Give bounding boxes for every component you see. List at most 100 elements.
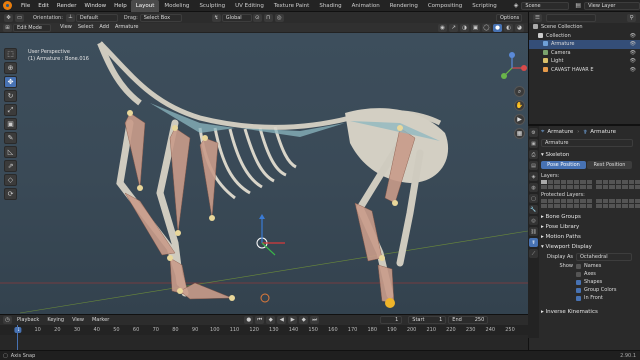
scene-tab-icon[interactable]: ◈ [529, 172, 538, 181]
tab-modeling[interactable]: Modeling [159, 0, 194, 12]
tab-uv-editing[interactable]: UV Editing [230, 0, 269, 12]
skeleton-section-header[interactable]: ▾ Skeleton [541, 150, 637, 160]
rest-position-button[interactable]: Rest Position [587, 161, 632, 169]
move-tool-icon[interactable]: ✥ [4, 76, 17, 88]
layers-grid[interactable] [541, 180, 640, 189]
measure-tool-icon[interactable]: ◺ [4, 146, 17, 158]
next-key-icon[interactable]: ◆ [299, 316, 309, 324]
eye-icon[interactable]: 👁 [630, 40, 636, 49]
menu-add[interactable]: Add [96, 23, 112, 32]
current-frame-field[interactable]: 1 [380, 316, 403, 324]
tab-rendering[interactable]: Rendering [385, 0, 423, 12]
shapes-checkbox[interactable] [576, 279, 581, 285]
rotate-tool-icon[interactable]: ↻ [4, 90, 17, 102]
orientation-dropdown[interactable]: Default [75, 13, 118, 22]
menu-armature[interactable]: Armature [112, 23, 141, 32]
eye-icon[interactable]: 👁 [630, 57, 636, 66]
select-tool-icon[interactable]: ⬚ [4, 48, 17, 60]
snap-icon[interactable]: ⊓ [263, 13, 273, 22]
bone-groups-section[interactable]: ▸ Bone Groups [541, 212, 637, 222]
tab-compositing[interactable]: Compositing [423, 0, 467, 12]
menu-file[interactable]: File [17, 0, 34, 12]
zoom-icon[interactable]: ⌕ [514, 86, 525, 97]
tab-animation[interactable]: Animation [347, 0, 385, 12]
render-tab-icon[interactable]: ▣ [529, 139, 538, 148]
roll-tool-icon[interactable]: ⟳ [4, 188, 17, 200]
menu-playback[interactable]: Playback [13, 317, 43, 323]
3d-viewport[interactable] [0, 33, 528, 314]
object-tab-icon[interactable]: ▢ [529, 194, 538, 203]
display-as-dropdown[interactable]: Octahedral [576, 253, 632, 261]
shading-rendered-icon[interactable]: ◕ [515, 23, 524, 32]
select-set-icon[interactable]: ▭ [15, 13, 24, 22]
armature-data-field[interactable]: Armature [541, 139, 633, 147]
timeline-ruler[interactable]: 1 10 20 30 40 50 60 70 80 90 100 110 120 130 140 150 160… [0, 325, 528, 335]
protected-layers-grid[interactable] [541, 199, 640, 208]
menu-keying[interactable]: Keying [43, 317, 68, 323]
tab-layout[interactable]: Layout [130, 0, 160, 12]
editor-type-icon[interactable]: ⊞ [3, 23, 12, 32]
blender-logo-icon[interactable] [3, 1, 12, 10]
menu-render[interactable]: Render [53, 0, 81, 12]
constraint-tab-icon[interactable]: ⛓ [529, 227, 538, 236]
cursor-tool-icon[interactable]: ⊕ [4, 62, 17, 74]
scene-icon[interactable]: ◈ [514, 2, 519, 9]
annotate-tool-icon[interactable]: ✎ [4, 132, 17, 144]
in-front-checkbox[interactable] [576, 295, 581, 301]
motion-paths-section[interactable]: ▸ Motion Paths [541, 232, 637, 242]
viewport-display-section[interactable]: ▾ Viewport Display [541, 242, 637, 252]
tab-shading[interactable]: Shading [314, 0, 346, 12]
eye-icon[interactable]: 👁 [630, 66, 636, 75]
proportional-edit-icon[interactable]: ◎ [274, 13, 284, 22]
drag-dropdown[interactable]: Select Box [139, 13, 182, 22]
overlay-icon[interactable]: ◑ [460, 23, 469, 32]
outliner-row-mesh[interactable]: CAVAST HAVAR E 👁 [529, 66, 640, 75]
world-tab-icon[interactable]: ◍ [529, 183, 538, 192]
extrude-tool-icon[interactable]: ⇗ [4, 160, 17, 172]
inverse-kinematics-section[interactable]: ▸ Inverse Kinematics [541, 307, 637, 317]
outliner-search-input[interactable] [546, 13, 596, 22]
jump-end-icon[interactable]: ⏭ [310, 316, 320, 324]
menu-help[interactable]: Help [110, 0, 131, 12]
pan-icon[interactable]: ✋ [514, 100, 525, 111]
outliner-editor-icon[interactable]: ☰ [533, 13, 542, 22]
jump-start-icon[interactable]: ⏮ [255, 316, 265, 324]
view-layer-tab-icon[interactable]: ▤ [529, 161, 538, 170]
navigation-gizmo[interactable] [494, 50, 530, 86]
timeline-area[interactable] [0, 325, 528, 350]
eye-icon[interactable]: 👁 [630, 49, 636, 58]
filter-icon[interactable]: ⚲ [627, 13, 636, 22]
tab-texture-paint[interactable]: Texture Paint [269, 0, 315, 12]
xray-icon[interactable]: ▣ [471, 23, 480, 32]
start-frame-field[interactable]: Start 1 [408, 316, 447, 324]
camera-view-icon[interactable]: ▶ [514, 114, 525, 125]
shading-material-icon[interactable]: ◐ [504, 23, 513, 32]
physics-tab-icon[interactable]: ◎ [529, 216, 538, 225]
pose-position-button[interactable]: Pose Position [541, 161, 586, 169]
modifier-tab-icon[interactable]: 🔧 [529, 205, 538, 214]
outliner-row-armature[interactable]: Armature 👁 [529, 40, 640, 49]
pose-library-section[interactable]: ▸ Pose Library [541, 222, 637, 232]
playhead[interactable] [17, 325, 18, 350]
select-mode-icon[interactable]: ✥ [4, 13, 13, 22]
view-layer-icon[interactable]: ▤ [575, 2, 581, 9]
tool-tab-icon[interactable]: ⚙ [529, 128, 538, 137]
transform-tool-icon[interactable]: ▣ [4, 118, 17, 130]
scale-tool-icon[interactable]: ⤢ [4, 104, 17, 116]
outliner-row-camera[interactable]: Camera 👁 [529, 49, 640, 58]
pivot-icon[interactable]: ⊙ [252, 13, 262, 22]
shading-solid-icon[interactable]: ● [493, 23, 502, 32]
visibility-icon[interactable]: ◉ [438, 23, 447, 32]
bone-tab-icon[interactable]: ⟋ [529, 249, 538, 258]
play-icon[interactable]: ▶ [288, 316, 298, 324]
output-tab-icon[interactable]: ⎙ [529, 150, 538, 159]
menu-select[interactable]: Select [75, 23, 96, 32]
play-reverse-icon[interactable]: ◀ [277, 316, 287, 324]
armature-data-tab-icon[interactable]: ☤ [529, 238, 538, 247]
gizmo-icon[interactable]: ↗ [449, 23, 458, 32]
outliner-row-collection[interactable]: Collection 👁 [529, 32, 640, 41]
tab-scripting[interactable]: Scripting [467, 0, 501, 12]
menu-marker[interactable]: Marker [88, 317, 113, 323]
mode-dropdown[interactable]: Edit Mode [13, 23, 51, 32]
names-checkbox[interactable] [576, 263, 581, 269]
